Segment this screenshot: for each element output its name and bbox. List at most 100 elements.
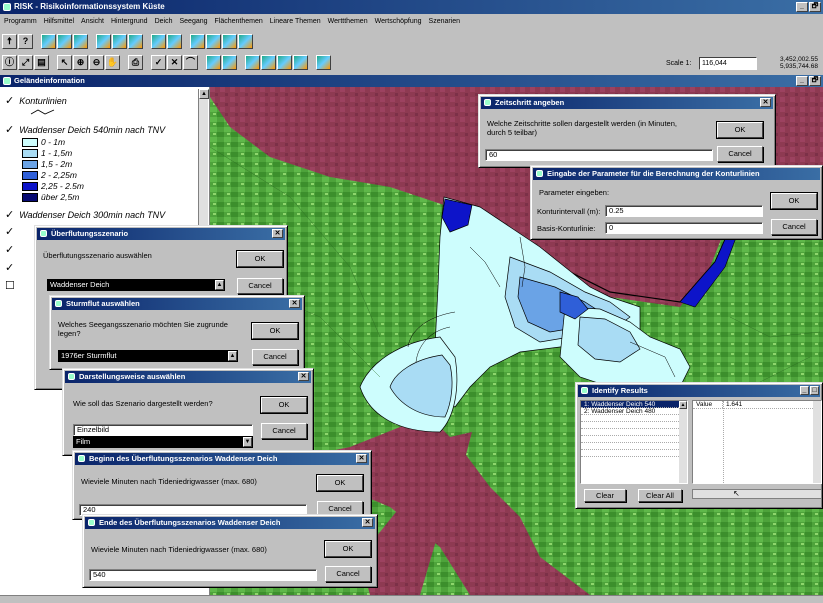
layer-row-hidden[interactable]: ☐: [5, 279, 15, 292]
map-tool-7[interactable]: [316, 54, 331, 70]
layer-konturlinien[interactable]: ✓ Konturlinien: [5, 94, 67, 107]
theme-button-12[interactable]: [238, 33, 253, 49]
list-item[interactable]: 1: Waddenser Deich 540: [581, 401, 687, 408]
full-extent-icon[interactable]: ⤢: [18, 54, 33, 70]
ok-button[interactable]: OK: [260, 396, 308, 414]
ok-button[interactable]: OK: [324, 540, 372, 558]
subwindow-minimize-button[interactable]: _: [796, 76, 808, 86]
list-scrollbar[interactable]: ▲: [679, 401, 687, 483]
seegang-select[interactable]: 1976er Sturmflut ▲: [58, 350, 238, 362]
menu-wertschoepfung[interactable]: Wertschöpfung: [375, 16, 422, 28]
menu-seegang[interactable]: Seegang: [179, 16, 207, 28]
map-tool-6[interactable]: [293, 54, 308, 70]
scale-input[interactable]: 116,044: [699, 57, 757, 70]
cross-icon[interactable]: ✕: [167, 54, 182, 70]
zoom-out-icon[interactable]: ⊖: [89, 54, 104, 70]
close-button[interactable]: ✕: [289, 299, 300, 308]
map-tool-2[interactable]: [222, 54, 237, 70]
scroll-up-icon[interactable]: ▲: [199, 89, 209, 99]
konturintervall-input[interactable]: 0.25: [605, 205, 763, 217]
checkmark-icon[interactable]: ✓: [151, 54, 166, 70]
theme-button-10[interactable]: [206, 33, 221, 49]
layer-row-hidden[interactable]: ✓: [5, 225, 14, 238]
minimize-button[interactable]: _: [800, 386, 809, 395]
scenario-select[interactable]: Waddenser Deich ▲: [47, 279, 225, 291]
layer-row-hidden[interactable]: ✓: [5, 243, 14, 256]
theme-button-11[interactable]: [222, 33, 237, 49]
restore-button[interactable]: 🗗: [809, 2, 821, 12]
cancel-button[interactable]: Cancel: [261, 423, 307, 439]
map-tool-1[interactable]: [206, 54, 221, 70]
scroll-up-icon[interactable]: ▲: [679, 401, 687, 409]
select-icon[interactable]: ↖: [57, 54, 72, 70]
checkmark-icon[interactable]: ✓: [5, 94, 14, 107]
clear-all-button[interactable]: Clear All: [638, 489, 682, 502]
subwindow-restore-button[interactable]: 🗗: [809, 76, 821, 86]
ok-button[interactable]: OK: [770, 192, 818, 210]
close-button[interactable]: ✕: [362, 518, 373, 527]
checkbox-empty-icon[interactable]: ☐: [5, 279, 15, 292]
menu-deich[interactable]: Deich: [155, 16, 173, 28]
layer-waddenser-300[interactable]: ✓ Waddenser Deich 300min nach TNV: [5, 208, 165, 221]
zoom-in-icon[interactable]: ⊕: [73, 54, 88, 70]
menu-lineare-themen[interactable]: Lineare Themen: [270, 16, 321, 28]
checkmark-icon[interactable]: ✓: [5, 208, 14, 221]
theme-button-6[interactable]: [128, 33, 143, 49]
close-button[interactable]: ✕: [356, 454, 367, 463]
cancel-button[interactable]: Cancel: [252, 349, 298, 365]
ende-minutes-input[interactable]: 540: [89, 569, 317, 581]
theme-button-4[interactable]: [96, 33, 111, 49]
help-icon[interactable]: ?: [18, 33, 33, 49]
theme-button-8[interactable]: [167, 33, 182, 49]
menu-flaechenthemen[interactable]: Flächenthemen: [215, 16, 263, 28]
theme-button-7[interactable]: [151, 33, 166, 49]
chevron-down-icon[interactable]: ▲: [215, 280, 224, 290]
measure-icon[interactable]: ⌒: [183, 54, 198, 70]
horizontal-scrollbar[interactable]: ↖: [692, 489, 822, 499]
theme-button-5[interactable]: [112, 33, 127, 49]
checkmark-icon[interactable]: ✓: [5, 123, 14, 136]
cancel-button[interactable]: Cancel: [237, 278, 283, 294]
menu-hilfsmittel[interactable]: Hilfsmittel: [44, 16, 74, 28]
basis-konturlinie-input[interactable]: 0: [605, 222, 763, 234]
theme-button-1[interactable]: [41, 33, 56, 49]
map-tool-4[interactable]: [261, 54, 276, 70]
menu-programm[interactable]: Programm: [4, 16, 37, 28]
checkmark-icon[interactable]: ✓: [5, 261, 14, 274]
layer-waddenser-540[interactable]: ✓ Waddenser Deich 540min nach TNV: [5, 123, 165, 136]
cancel-button[interactable]: Cancel: [325, 566, 371, 582]
ok-button[interactable]: OK: [251, 322, 299, 340]
checkmark-icon[interactable]: ✓: [5, 243, 14, 256]
theme-button-2[interactable]: [57, 33, 72, 49]
cancel-button[interactable]: Cancel: [771, 219, 817, 235]
ok-button[interactable]: OK: [716, 121, 764, 139]
zoom-layer-icon[interactable]: ▤: [34, 54, 49, 70]
menu-ansicht[interactable]: Ansicht: [81, 16, 104, 28]
close-button[interactable]: ✕: [760, 98, 771, 107]
minimize-button[interactable]: _: [796, 2, 808, 12]
cancel-button[interactable]: Cancel: [717, 146, 763, 162]
info-icon[interactable]: ⓘ: [2, 54, 17, 70]
chevron-down-icon[interactable]: ▲: [228, 351, 237, 361]
menu-wertthemen[interactable]: Werttthemen: [328, 16, 368, 28]
ok-button[interactable]: OK: [236, 250, 284, 268]
map-tool-3[interactable]: [245, 54, 260, 70]
theme-button-9[interactable]: [190, 33, 205, 49]
zeitschritt-input[interactable]: 60: [485, 149, 713, 161]
option-film[interactable]: Film ▼: [73, 436, 253, 448]
menu-szenarien[interactable]: Szenarien: [429, 16, 461, 28]
list-item[interactable]: 2: Waddenser Deich 480: [581, 408, 687, 415]
tree-icon[interactable]: [73, 33, 88, 49]
clear-button[interactable]: Clear: [584, 489, 626, 502]
results-list[interactable]: 1: Waddenser Deich 540 2: Waddenser Deic…: [580, 400, 688, 484]
checkmark-icon[interactable]: ✓: [5, 225, 14, 238]
close-button[interactable]: ✕: [298, 372, 309, 381]
layer-row-hidden[interactable]: ✓: [5, 261, 14, 274]
person-tool-icon[interactable]: ☨: [2, 33, 17, 49]
ok-button[interactable]: OK: [316, 474, 364, 492]
darstellung-select[interactable]: Einzelbild: [73, 424, 253, 436]
print-icon[interactable]: ⎙: [128, 54, 143, 70]
menu-hintergrund[interactable]: Hintergrund: [111, 16, 148, 28]
close-button[interactable]: ✕: [272, 229, 283, 238]
attributes-table[interactable]: Value 1.641: [692, 400, 822, 484]
